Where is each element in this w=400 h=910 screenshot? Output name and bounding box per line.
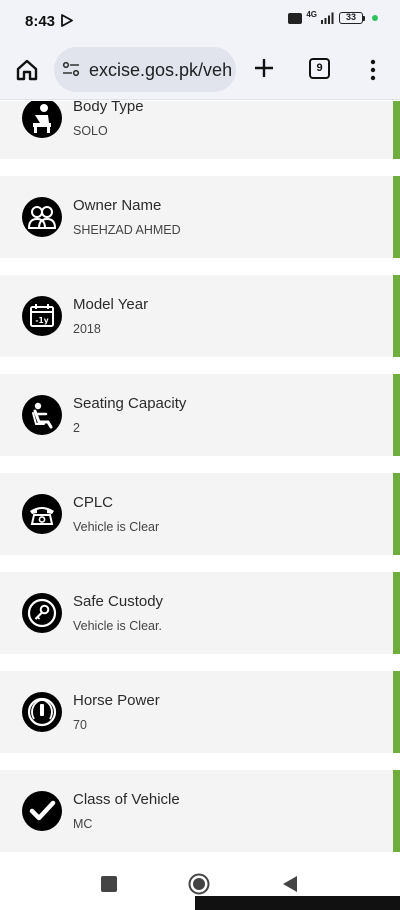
status-indicators: 4G 33: [288, 9, 378, 24]
detail-value: 2018: [73, 322, 101, 336]
address-bar[interactable]: excise.gos.pk/veh: [54, 47, 236, 92]
detail-card-horse-power: Horse Power 70: [0, 671, 400, 753]
detail-title: Model Year: [73, 296, 149, 313]
volte-icon: [288, 12, 303, 24]
detail-value: Vehicle is Clear: [73, 520, 160, 534]
tab-switcher-button[interactable]: 9: [309, 58, 330, 79]
detail-title: CPLC: [73, 494, 114, 511]
detail-value: 70: [73, 718, 87, 732]
home-button-icon[interactable]: [188, 873, 210, 895]
calendar-icon: -1y: [22, 296, 62, 336]
home-icon[interactable]: [14, 57, 40, 83]
signal-icon: [321, 12, 334, 24]
svg-text:-1y: -1y: [35, 316, 48, 325]
detail-value: MC: [73, 817, 93, 831]
car-seat-icon: [22, 395, 62, 435]
checkmark-icon: [22, 791, 62, 831]
detail-title: Safe Custody: [73, 593, 164, 610]
url-text[interactable]: excise.gos.pk/veh: [89, 60, 232, 81]
detail-value: SOLO: [73, 124, 108, 138]
detail-value: 2: [73, 421, 80, 435]
detail-card-seating-capacity: Seating Capacity 2: [0, 374, 400, 456]
detail-title: Seating Capacity: [73, 395, 187, 412]
power-gauge-icon: [22, 692, 62, 732]
new-tab-icon[interactable]: [252, 56, 276, 80]
detail-card-safe-custody: Safe Custody Vehicle is Clear.: [0, 572, 400, 654]
detail-card-model-year: -1y Model Year 2018: [0, 275, 400, 357]
detail-title: Owner Name: [73, 197, 162, 214]
gesture-strip: [195, 896, 400, 910]
seated-person-icon: [22, 101, 62, 138]
privacy-indicator-icon: [372, 15, 378, 21]
detail-card-body-type: Body Type SOLO: [0, 101, 400, 159]
browser-toolbar: excise.gos.pk/veh 9: [0, 40, 400, 100]
detail-value: SHEHZAD AHMED: [73, 223, 181, 237]
battery-icon: 33: [339, 12, 365, 24]
detail-title: Class of Vehicle: [73, 791, 180, 808]
detail-title: Horse Power: [73, 692, 160, 709]
site-settings-icon[interactable]: [62, 61, 80, 77]
key-icon: [22, 593, 62, 633]
more-options-icon[interactable]: [365, 58, 381, 82]
battery-level: 33: [339, 12, 363, 24]
vehicle-details-list: Body Type SOLO Owner Name SHEHZAD AHMED …: [0, 101, 400, 852]
clock: 8:43: [25, 13, 56, 30]
detail-card-cplc: CPLC Vehicle is Clear: [0, 473, 400, 555]
telephone-icon: [22, 494, 62, 534]
network-type: 4G: [306, 9, 317, 19]
recents-button[interactable]: [101, 876, 117, 892]
detail-title: Body Type: [73, 101, 144, 115]
back-button-icon[interactable]: [281, 874, 299, 894]
status-bar: 8:43 4G 33: [0, 0, 400, 40]
detail-value: Vehicle is Clear.: [73, 619, 162, 633]
play-store-icon: [61, 14, 73, 27]
detail-card-class-of-vehicle: Class of Vehicle MC: [0, 770, 400, 852]
detail-card-owner-name: Owner Name SHEHZAD AHMED: [0, 176, 400, 258]
owners-icon: [22, 197, 62, 237]
